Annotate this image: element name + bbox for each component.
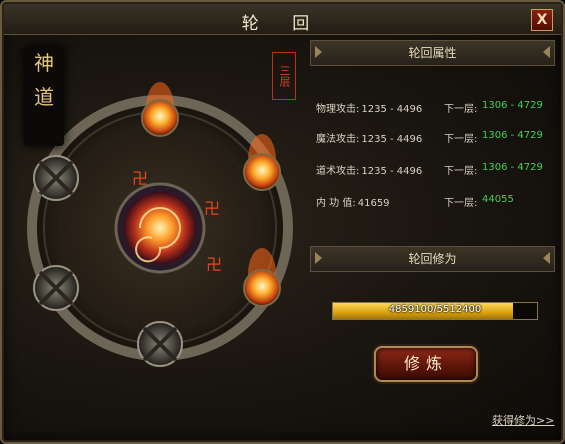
stat-current: 41659	[357, 198, 390, 209]
stat-label: 内 功 值:	[316, 198, 356, 209]
rune-icon: 卍	[206, 255, 222, 274]
attributes-header: 轮回属性	[310, 40, 555, 66]
fire-orb-top	[141, 82, 179, 137]
stat-current: 1235 - 4496	[361, 134, 423, 145]
stat-current: 1235 - 4496	[361, 166, 423, 177]
stat-label: 道术攻击:	[316, 166, 360, 177]
stat-row-inner-power: 内 功 值: 41659 下一层: 44055	[316, 194, 514, 210]
cultivation-header: 轮回修为	[310, 246, 555, 272]
next-layer-label: 下一层:	[444, 134, 478, 145]
get-cultivation-link[interactable]: 获得修为>>	[492, 412, 554, 428]
node-unlit-1	[33, 155, 79, 201]
cultivate-button[interactable]: 修炼	[374, 346, 478, 382]
window-title: 轮 回	[241, 14, 324, 34]
stat-row-magic: 魔法攻击: 1235 - 4496 下一层: 1306 - 4729	[316, 130, 543, 146]
stat-next: 1306 - 4729	[482, 130, 543, 141]
layer-stamp: 三层	[272, 52, 296, 100]
stat-row-physical: 物理攻击: 1235 - 4496 下一层: 1306 - 4729	[316, 100, 543, 116]
title-bar[interactable]: 轮 回 X	[4, 4, 561, 35]
stat-next: 44055	[482, 194, 514, 205]
cultivation-progress-bar: 4859100/5512400	[332, 302, 538, 320]
arrow-left-icon	[315, 252, 322, 264]
close-button[interactable]: X	[531, 9, 553, 31]
node-unlit-2	[33, 265, 79, 311]
rune-icon: 卍	[204, 199, 220, 218]
emblem-char: 神	[34, 51, 54, 75]
node-unlit-3	[137, 321, 183, 367]
stat-label: 魔法攻击:	[316, 134, 360, 145]
reincarnation-window: 轮 回 X 卍 卍 卍 神 道 三层 轮回属性 物理攻击: 1235 - 449…	[0, 0, 565, 444]
arrow-left-icon	[315, 46, 322, 58]
arrow-right-icon	[543, 252, 550, 264]
cultivation-header-label: 轮回修为	[408, 252, 457, 266]
stat-current: 1235 - 4496	[361, 104, 423, 115]
attributes-header-label: 轮回属性	[408, 46, 457, 60]
next-layer-label: 下一层:	[444, 198, 478, 209]
progress-text: 4859100/5512400	[388, 304, 482, 315]
stat-label: 物理攻击:	[316, 104, 360, 115]
arrow-right-icon	[543, 46, 550, 58]
stat-next: 1306 - 4729	[482, 100, 543, 111]
stat-row-taoism: 道术攻击: 1235 - 4496 下一层: 1306 - 4729	[316, 162, 543, 178]
rune-icon: 卍	[132, 169, 148, 188]
stat-next: 1306 - 4729	[482, 162, 543, 173]
next-layer-label: 下一层:	[444, 104, 478, 115]
reincarnation-wheel-panel: 卍 卍 卍 神 道 三层	[10, 38, 302, 440]
emblem-char: 道	[34, 85, 54, 109]
next-layer-label: 下一层:	[444, 166, 478, 177]
divine-path-emblem: 神 道	[24, 46, 64, 146]
